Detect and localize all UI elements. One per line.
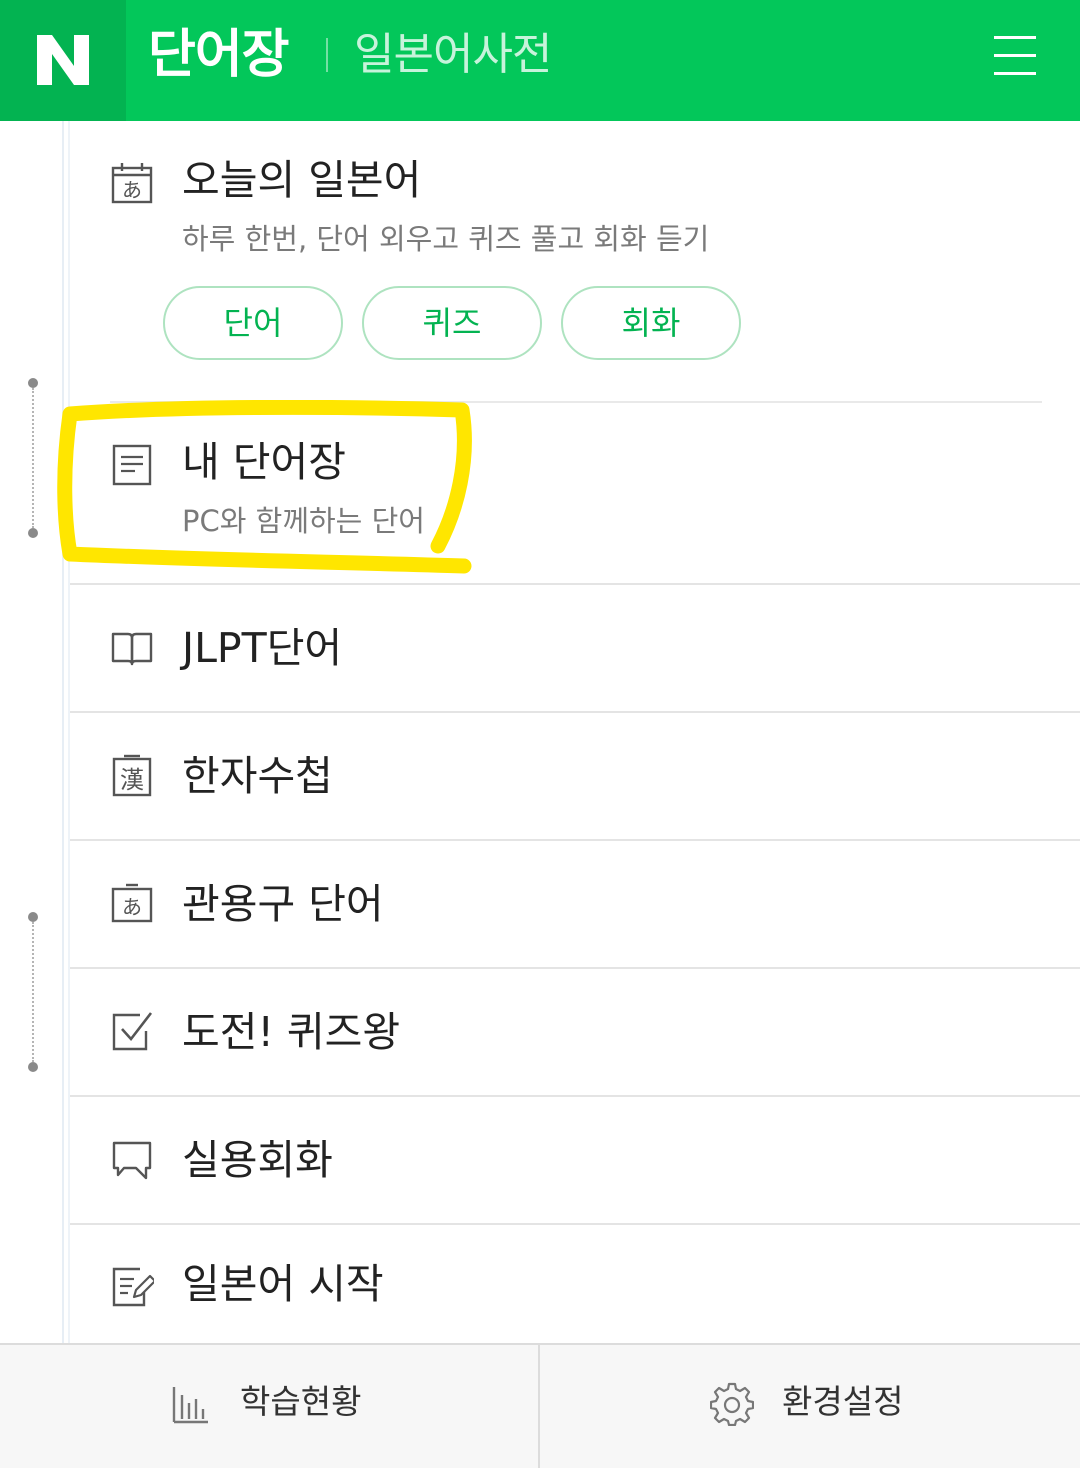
menu-item-idiom-words[interactable]: あ 관용구 단어: [70, 841, 1080, 967]
menu-item-practical-conversation[interactable]: 실용회화: [70, 1097, 1080, 1223]
bottom-toolbar: 학습현황 환경설정: [0, 1343, 1080, 1468]
menu-item-my-vocabulary[interactable]: 내 단어장 PC와 함께하는 단어: [70, 403, 1080, 583]
today-subtitle: 하루 한번, 단어 외우고 퀴즈 풀고 회화 듣기: [182, 222, 710, 256]
menu-item-jlpt[interactable]: JLPT단어: [70, 585, 1080, 711]
edit-document-icon: [112, 1267, 154, 1307]
checkbox-icon: [112, 1012, 153, 1051]
kanji-card-icon: 漢: [112, 754, 152, 797]
speech-bubble-icon: [112, 1141, 152, 1180]
naver-n-icon: [37, 35, 89, 85]
bar-chart-icon: [172, 1387, 208, 1424]
menu-content: あ 오늘의 일본어 하루 한번, 단어 외우고 퀴즈 풀고 회화 듣기 단어 퀴…: [70, 121, 1080, 1343]
open-book-icon: [111, 632, 153, 666]
menu-item-subtitle: PC와 함께하는 단어: [182, 504, 425, 538]
binder-ring: [28, 912, 38, 1072]
app-header: 단어장 일본어사전: [0, 0, 1080, 121]
calendar-hiragana-icon: あ: [111, 163, 153, 204]
today-words-button[interactable]: 단어: [163, 286, 343, 360]
hamburger-menu-icon[interactable]: [988, 28, 1042, 84]
hiragana-card-icon: あ: [111, 883, 153, 923]
menu-item-kanji-notebook[interactable]: 漢 한자수첩: [70, 713, 1080, 839]
gear-icon: [710, 1382, 754, 1426]
learning-status-button[interactable]: 학습현황: [0, 1345, 538, 1468]
today-quiz-button[interactable]: 퀴즈: [362, 286, 542, 360]
menu-item-start-japanese[interactable]: 일본어 시작: [70, 1225, 1080, 1343]
svg-text:あ: あ: [122, 895, 142, 919]
settings-button[interactable]: 환경설정: [540, 1345, 1080, 1468]
today-title[interactable]: 오늘의 일본어: [182, 153, 421, 207]
naver-logo[interactable]: [0, 0, 126, 121]
menu-item-label: 일본어 시작: [182, 1260, 384, 1308]
menu-item-label: 도전! 퀴즈왕: [182, 1008, 401, 1056]
menu-item-label: 관용구 단어: [182, 880, 384, 928]
settings-label: 환경설정: [782, 1382, 904, 1421]
today-conversation-button[interactable]: 회화: [561, 286, 741, 360]
binder-line: [62, 121, 64, 1343]
menu-item-label: 한자수첩: [182, 752, 333, 800]
svg-text:漢: 漢: [120, 766, 144, 794]
menu-item-label: 내 단어장: [182, 438, 346, 486]
learning-status-label: 학습현황: [240, 1382, 362, 1421]
header-divider: [326, 38, 328, 72]
app-title[interactable]: 단어장: [148, 20, 290, 90]
today-japanese-section: あ 오늘의 일본어 하루 한번, 단어 외우고 퀴즈 풀고 회화 듣기 단어 퀴…: [70, 121, 1080, 401]
menu-item-label: 실용회화: [182, 1136, 333, 1184]
svg-text:あ: あ: [122, 178, 142, 202]
menu-item-quiz-king[interactable]: 도전! 퀴즈왕: [70, 969, 1080, 1095]
binder-ring: [28, 378, 38, 538]
notebook-icon: [112, 444, 152, 486]
dictionary-link[interactable]: 일본어사전: [354, 22, 552, 88]
menu-item-label: JLPT단어: [182, 624, 343, 672]
